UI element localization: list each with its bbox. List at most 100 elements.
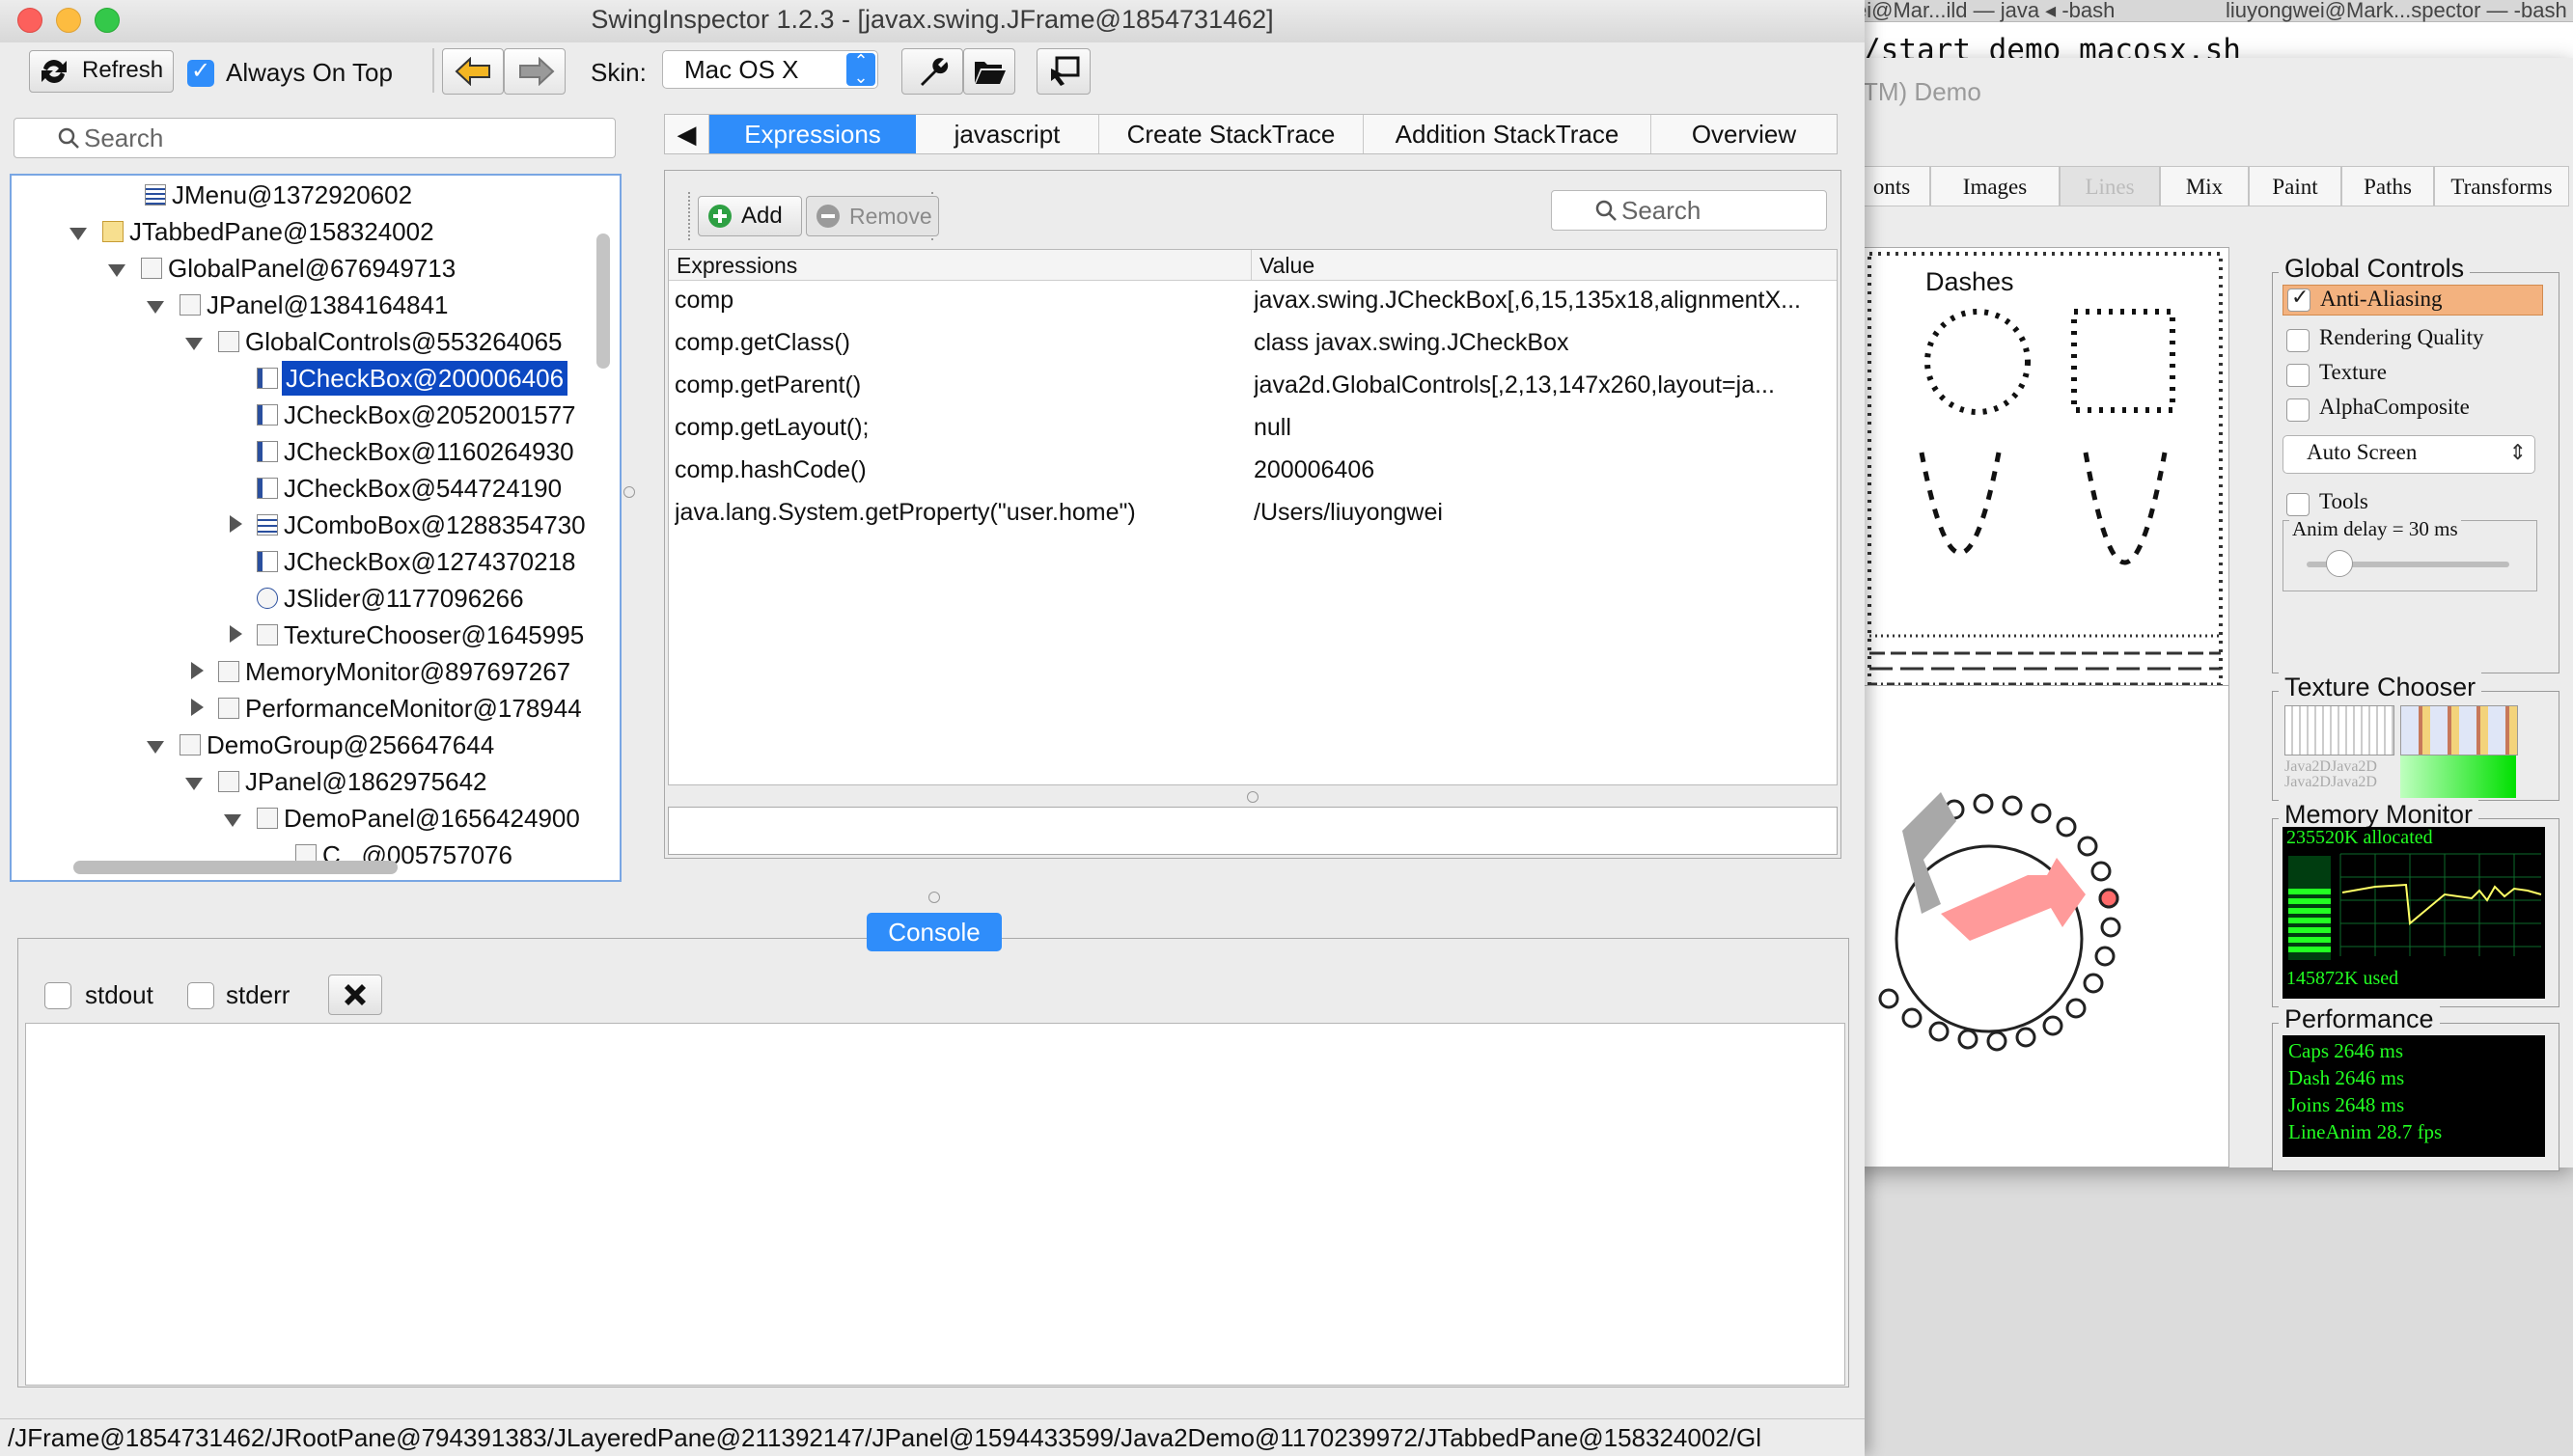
expand-arrow-icon[interactable]	[185, 338, 203, 350]
clear-icon	[345, 984, 366, 1005]
expand-arrow-icon[interactable]	[108, 264, 125, 277]
dashes-label: Dashes	[1925, 267, 2014, 296]
expand-arrow-icon[interactable]	[147, 301, 164, 314]
swing-inspector-window: SwingInspector 1.2.3 - [javax.swing.JFra…	[0, 0, 1865, 1456]
texture-checkbox[interactable]	[2286, 364, 2310, 387]
table-cell-value[interactable]: javax.swing.JCheckBox[,6,15,135x18,align…	[1254, 283, 1829, 317]
demo-tab-mix[interactable]: Mix	[2160, 166, 2249, 206]
column-header-expressions[interactable]: Expressions	[669, 250, 1252, 281]
console-output[interactable]	[25, 1023, 1845, 1386]
component-tree[interactable]: JMenu@1372920602 JTabbedPane@158324002 G…	[10, 174, 622, 882]
table-cell-value[interactable]: java2d.GlobalControls[,2,13,147x260,layo…	[1254, 368, 1829, 402]
anti-aliasing-label: Anti-Aliasing	[2320, 287, 2443, 311]
open-button[interactable]	[963, 48, 1015, 95]
select-arrows-icon: ⇕	[2508, 440, 2527, 464]
texture-swatch-grid[interactable]	[2284, 705, 2394, 755]
stderr-checkbox[interactable]	[187, 982, 214, 1009]
refresh-button[interactable]: Refresh	[29, 50, 174, 93]
tree-horizontal-scrollbar[interactable]	[73, 861, 398, 874]
tools-checkbox[interactable]	[2286, 493, 2310, 516]
tools-button[interactable]	[901, 48, 963, 95]
expand-arrow-icon[interactable]	[224, 814, 241, 827]
collapse-arrow-icon[interactable]	[230, 515, 242, 533]
demo-tab-images[interactable]: Images	[1930, 166, 2060, 206]
column-header-value[interactable]: Value	[1252, 250, 1837, 281]
table-cell-value[interactable]: /Users/liuyongwei	[1254, 495, 1829, 530]
pick-component-icon	[1051, 56, 1080, 86]
expand-arrow-icon[interactable]	[185, 778, 203, 790]
back-button[interactable]	[442, 48, 504, 95]
performance-display: Caps 2646 ms Dash 2646 ms Joins 2648 ms …	[2282, 1035, 2545, 1157]
texture-swatch-gradient[interactable]	[2400, 755, 2516, 798]
collapse-arrow-icon[interactable]	[230, 625, 242, 643]
table-cell-expression[interactable]: comp.hashCode()	[675, 453, 1244, 487]
terminal-tab[interactable]: ei@Mar...ild — java ◂ -bash	[1855, 0, 2115, 23]
tab-create-stacktrace[interactable]: Create StackTrace	[1099, 115, 1364, 153]
always-on-top-checkbox[interactable]: ✓	[187, 58, 214, 87]
main-split-handle[interactable]	[928, 892, 940, 903]
texture-swatch-text[interactable]: Java2DJava2D Java2DJava2D	[2284, 759, 2393, 794]
expression-input[interactable]	[668, 807, 1838, 855]
stderr-label: stderr	[226, 980, 290, 1009]
tab-expressions[interactable]: Expressions	[709, 115, 916, 153]
table-cell-expression[interactable]: comp.getParent()	[675, 368, 1244, 402]
line-anim-panel	[1863, 685, 2229, 1168]
tab-scroll-left-button[interactable]: ◀	[665, 115, 709, 153]
collapse-arrow-icon[interactable]	[191, 699, 204, 716]
demo-tab-transforms[interactable]: Transforms	[2434, 166, 2569, 206]
anti-aliasing-row[interactable]: ✓ Anti-Aliasing	[2282, 285, 2543, 316]
terminal-tab-bar: ei@Mar...ild — java ◂ -bash liuyongwei@M…	[1853, 0, 2573, 22]
forward-button[interactable]	[504, 48, 566, 95]
always-on-top-label: Always On Top	[226, 58, 393, 87]
screen-select[interactable]: Auto Screen ⇕	[2282, 435, 2535, 474]
tab-addition-stacktrace[interactable]: Addition StackTrace	[1364, 115, 1651, 153]
search-icon	[1595, 200, 1617, 221]
table-cell-expression[interactable]: java.lang.System.getProperty("user.home"…	[675, 495, 1244, 530]
expression-split-handle[interactable]	[1247, 791, 1259, 803]
table-cell-expression[interactable]: comp	[675, 283, 1244, 317]
tab-javascript[interactable]: javascript	[916, 115, 1099, 153]
refresh-label: Refresh	[82, 57, 164, 83]
anim-delay-group: Anim delay = 30 ms	[2282, 517, 2537, 591]
clear-console-button[interactable]	[328, 975, 382, 1015]
tab-overview[interactable]: Overview	[1651, 115, 1837, 153]
skin-select[interactable]: Mac OS X ⌃ ⌄	[662, 50, 878, 89]
tree-search-input[interactable]: Search	[14, 118, 616, 158]
texture-swatch-image[interactable]	[2400, 705, 2518, 755]
console-toggle-button[interactable]: Console	[867, 913, 1002, 951]
expressions-search-input[interactable]: Search	[1551, 190, 1827, 231]
add-button[interactable]: Add	[698, 196, 802, 236]
stdout-checkbox[interactable]	[44, 982, 71, 1009]
anim-delay-slider-thumb[interactable]	[2326, 550, 2353, 577]
toolbar-separator	[432, 48, 434, 93]
anti-aliasing-checkbox[interactable]: ✓	[2287, 285, 2310, 312]
table-cell-value[interactable]: null	[1254, 410, 1829, 445]
anim-delay-label: Anim delay = 30 ms	[2289, 517, 2461, 541]
rendering-quality-label: Rendering Quality	[2319, 325, 2484, 349]
collapse-arrow-icon[interactable]	[191, 662, 204, 679]
demo-tab-paint[interactable]: Paint	[2249, 166, 2341, 206]
expressions-table[interactable]: Expressions Value comp javax.swing.JChec…	[668, 249, 1838, 785]
remove-button[interactable]: Remove	[806, 196, 939, 236]
demo-window-title: TM) Demo	[1863, 77, 1981, 106]
table-cell-value[interactable]: class javax.swing.JCheckBox	[1254, 325, 1829, 360]
expand-arrow-icon[interactable]	[147, 741, 164, 754]
texture-chooser-title: Texture Chooser	[2279, 673, 2482, 702]
split-pane-divider-handle[interactable]	[623, 486, 635, 498]
rendering-quality-checkbox[interactable]	[2286, 329, 2310, 352]
tree-vertical-scrollbar[interactable]	[596, 234, 610, 369]
table-cell-value[interactable]: 200006406	[1254, 453, 1829, 487]
add-icon	[708, 205, 732, 228]
terminal-tab[interactable]: liuyongwei@Mark...spector — -bash	[2226, 0, 2567, 23]
demo-tab-fonts[interactable]: onts	[1853, 166, 1930, 206]
inspector-tab-strip: ◀ Expressions javascript Create StackTra…	[664, 114, 1838, 154]
pick-component-button[interactable]	[1037, 48, 1091, 95]
add-label: Add	[741, 203, 783, 229]
alpha-composite-checkbox[interactable]	[2286, 398, 2310, 422]
table-cell-expression[interactable]: comp.getClass()	[675, 325, 1244, 360]
table-cell-expression[interactable]: comp.getLayout();	[675, 410, 1244, 445]
title-bar: SwingInspector 1.2.3 - [javax.swing.JFra…	[0, 0, 1865, 43]
demo-tab-paths[interactable]: Paths	[2341, 166, 2434, 206]
expand-arrow-icon[interactable]	[69, 228, 87, 240]
demo-tab-lines[interactable]: Lines	[2060, 166, 2160, 206]
